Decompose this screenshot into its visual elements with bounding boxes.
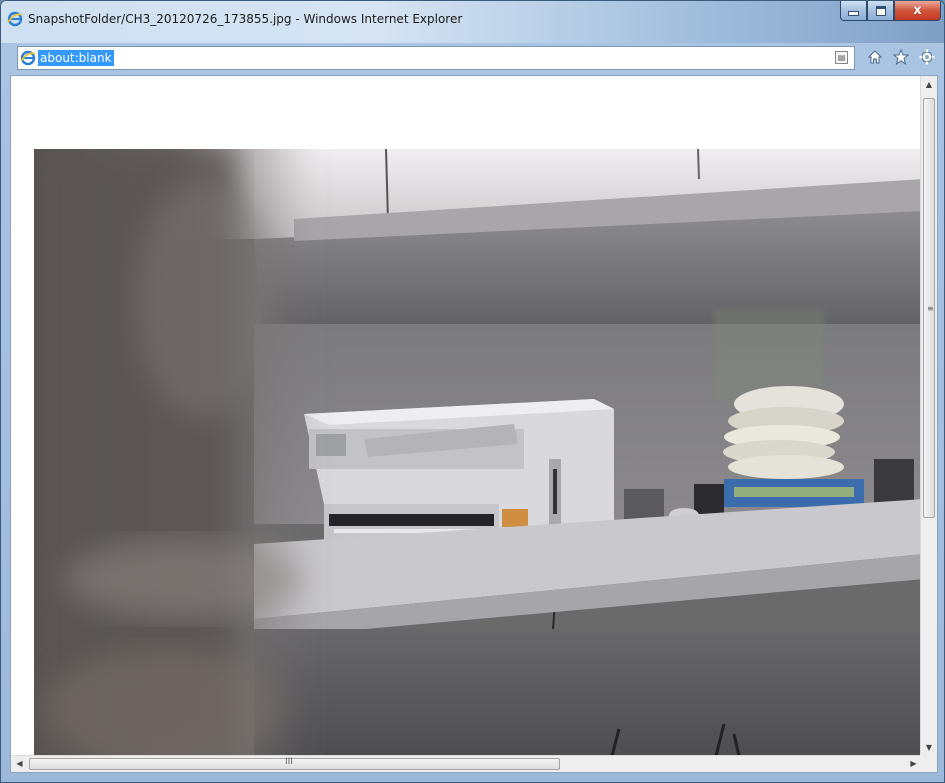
maximize-icon	[875, 5, 886, 16]
snapshot-photo	[34, 149, 924, 756]
tools-gear-icon[interactable]	[917, 47, 937, 67]
scroll-up-arrow[interactable]: ▲	[921, 76, 937, 93]
close-icon: x	[913, 3, 922, 18]
window-title: SnapshotFolder/CH3_20120726_173855.jpg -…	[28, 12, 463, 26]
horizontal-scrollbar[interactable]: ◀ III ▶	[11, 755, 922, 772]
command-icons	[865, 47, 937, 67]
scrollbar-corner	[920, 754, 937, 772]
maximize-button[interactable]	[867, 1, 894, 21]
compatibility-view-icon[interactable]: ▤	[835, 51, 848, 64]
vertical-grip-icon: ≡	[927, 304, 934, 313]
browser-window: SnapshotFolder/CH3_20120726_173855.jpg -…	[0, 0, 945, 783]
address-url[interactable]: about:blank	[38, 50, 114, 66]
horizontal-scroll-thumb[interactable]: III	[29, 757, 560, 770]
ie-logo-icon	[7, 11, 23, 27]
ie-page-icon	[20, 50, 36, 66]
caption-buttons: x	[840, 1, 941, 21]
scroll-left-arrow[interactable]: ◀	[11, 756, 28, 772]
vertical-scrollbar[interactable]: ▲ ≡ ▼	[920, 76, 937, 756]
home-icon[interactable]	[865, 47, 885, 67]
close-button[interactable]: x	[894, 1, 941, 21]
minimize-icon	[848, 11, 859, 16]
vertical-scroll-thumb[interactable]: ≡	[923, 98, 935, 518]
title-bar[interactable]: SnapshotFolder/CH3_20120726_173855.jpg -…	[1, 1, 944, 43]
address-bar[interactable]: about:blank ▤	[17, 46, 855, 70]
minimize-button[interactable]	[840, 1, 867, 21]
favorites-star-icon[interactable]	[891, 47, 911, 67]
horizontal-grip-icon: III	[285, 757, 293, 767]
page-content: ▲ ≡ ▼ ◀ III ▶	[10, 75, 938, 773]
